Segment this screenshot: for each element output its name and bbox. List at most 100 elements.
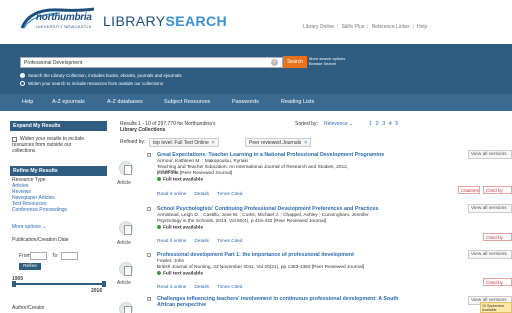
year-range-slider[interactable] [12,281,106,287]
slider-handle-min[interactable] [12,281,16,287]
nav-passwords[interactable]: Passwords [232,99,259,105]
refine-button[interactable]: Refine [19,263,41,270]
select-result-checkbox[interactable] [147,297,151,301]
result-actions: Read it online Details Times Cited [157,285,250,290]
nav-az-databases[interactable]: A-Z databases [107,99,143,105]
to-year-input[interactable] [61,252,78,260]
view-all-versions-button[interactable]: View all versions [468,204,512,213]
result-title[interactable]: School Psychologists' Continuing Profess… [157,206,427,213]
more-options-label: More options [12,224,41,230]
library-search-page: northumbria UNIVERSITY NEWCASTLE LIBRARY… [0,0,512,313]
from-year-input[interactable] [30,252,47,260]
document-icon [119,161,133,175]
document-icon [119,221,133,235]
result-title[interactable]: Professional development Part 1: the imp… [157,252,427,259]
author-creator-label: Author/Creator [12,305,45,311]
refine-results-header[interactable]: Refine My Results [10,166,107,176]
select-result-checkbox[interactable] [147,153,151,157]
clear-search-icon[interactable]: × [271,59,278,66]
result-actions: Read it online Details Times Cited [157,192,250,197]
brand-part-search: SEARCH [165,13,227,29]
link-reference-linker[interactable]: Reference Linker [372,24,410,30]
search-button[interactable]: Search [283,56,307,68]
remove-filter-icon[interactable]: × [304,140,307,146]
availability-status: Full text available [157,225,203,230]
search-input[interactable]: Professional Development [20,57,283,68]
details-link[interactable]: Details [194,239,209,244]
read-online-link[interactable]: Read it online [157,192,186,197]
result-authors: Fowler, John [157,259,185,264]
select-result-checkbox[interactable] [147,207,151,211]
year-max: 2016 [91,288,103,294]
result-title-cont[interactable]: African perspective [157,302,397,309]
more-options-link[interactable]: More options ⌄ [12,224,47,230]
times-cited-link[interactable]: Times Cited [217,239,242,244]
read-online-link[interactable]: Read it online [157,285,186,290]
brand-part-library: LIBRARY [103,13,166,29]
document-icon [119,262,133,276]
details-link[interactable]: Details [194,285,209,290]
details-link[interactable]: Details [194,192,209,197]
logo-subtitle: UNIVERSITY NEWCASTLE [36,24,92,29]
remove-filter-icon[interactable]: × [212,140,215,146]
site-header: northumbria UNIVERSITY NEWCASTLE LIBRARY… [0,0,512,44]
sorted-by-label: Sorted by: [295,121,318,127]
cited-by-badge[interactable]: Cited by [483,186,512,194]
filter-chip-full-text[interactable]: top level: Full Text Online × [149,138,219,147]
availability-status: Full text available [157,177,203,182]
nav-subject-resources[interactable]: Subject Resources [164,99,210,105]
library-search-title: LIBRARYSEARCH [103,13,227,29]
available-dot-icon [157,225,161,229]
separator: | [412,24,414,30]
refined-by-label: Refined by: [120,139,146,145]
browse-search-link[interactable]: Browse Search [309,61,345,66]
nav-reading-lists[interactable]: Reading Lists [281,99,314,105]
sort-value: Relevance [324,121,348,127]
view-all-versions-button[interactable]: View all versions [468,250,512,259]
available-dot-icon [157,177,161,181]
citations-badge[interactable]: Citations [458,186,480,194]
cited-by-badge[interactable]: Cited by [483,278,512,286]
main-nav: Help A-Z ejournals A-Z databases Subject… [0,94,512,111]
radio-library-collection[interactable]: Search the Library Collection, includes … [20,73,182,79]
logo-name: northumbria [36,12,92,23]
radio-widen-search[interactable]: Widen your search to include resources f… [20,81,164,87]
expand-results-header[interactable]: Expand My Results [10,121,107,131]
nav-az-ejournals[interactable]: A-Z ejournals [52,99,85,105]
result-type: Article [117,280,131,286]
times-cited-link[interactable]: Times Cited [217,192,242,197]
result-title[interactable]: Great Expectations: Teacher Learning in … [157,152,397,159]
nav-help[interactable]: Help [22,99,33,105]
link-skills-plus[interactable]: Skills Plus [341,24,364,30]
radio-unselected-icon [20,81,25,87]
slider-handle-max[interactable] [102,281,106,287]
result-source-cont: p.336-346 [Peer Reviewed Journal] [157,171,233,176]
result-type: Article [117,180,131,186]
search-options: More search options Browse Search [309,56,345,66]
radio-label: Widen your search to include resources f… [28,81,164,86]
document-icon [119,302,133,313]
result-authors: Armistead, Leigh D. ; Castillo, Jose M. … [157,213,369,218]
sort-select[interactable]: Relevance ⌄ [324,121,353,127]
chevron-down-icon: ⌄ [349,121,354,127]
link-library-online[interactable]: Library Online [303,24,334,30]
result-source: British Journal of Nursing, 23 November … [157,265,365,270]
read-online-link[interactable]: Read it online [157,239,186,244]
select-result-checkbox[interactable] [147,253,151,257]
radio-label: Search the Library Collection, includes … [28,73,182,78]
chevron-down-icon: ⌄ [42,224,47,230]
link-help[interactable]: Help [417,24,427,30]
filter-chip-peer-reviewed[interactable]: Peer reviewed Journals × [245,138,312,147]
availability-text: Full text available [163,225,203,231]
result-type: Article [117,240,131,246]
view-all-versions-button[interactable]: View all versions [468,150,512,159]
university-logo[interactable]: northumbria UNIVERSITY NEWCASTLE [20,6,96,34]
cited-by-badge[interactable]: Cited by [483,233,512,241]
available-dot-icon [157,271,161,275]
result-source: Psychology in the Schools, 2013, Vol.50(… [157,219,327,224]
pagination[interactable]: 1 2 3 4 5 [369,121,399,127]
facet-conference-proceedings[interactable]: Conference Proceedings [12,207,67,213]
chip-label: Peer reviewed Journals [249,140,302,146]
result-actions: Read it online Details Times Cited [157,239,250,244]
times-cited-link[interactable]: Times Cited [217,285,242,290]
